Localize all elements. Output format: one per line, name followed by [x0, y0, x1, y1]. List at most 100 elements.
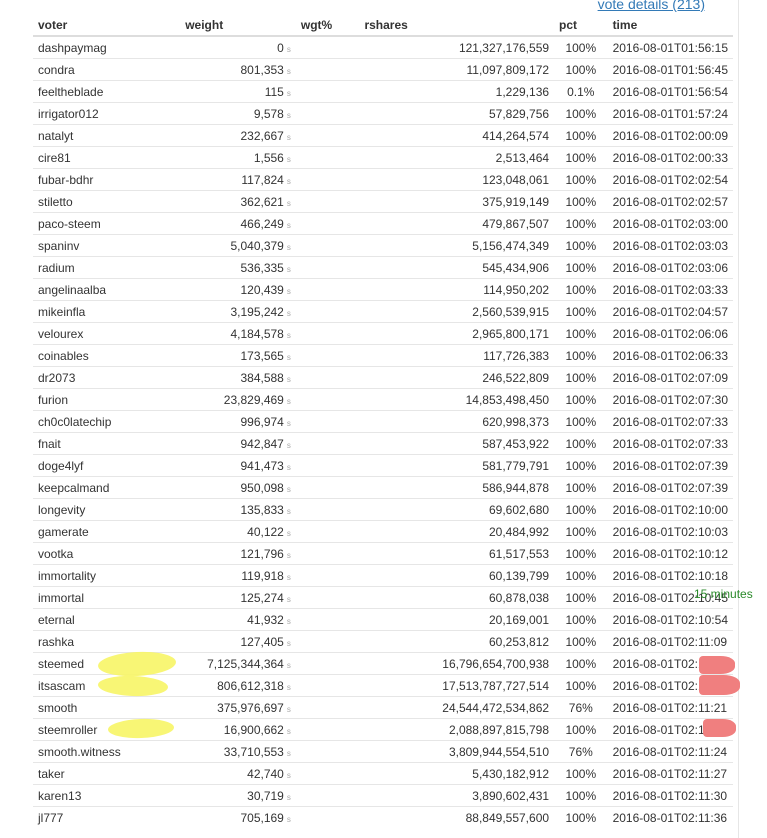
weight-value: 705,169 — [240, 810, 284, 825]
voter-cell[interactable]: feeltheblade — [33, 80, 181, 103]
voter-cell[interactable]: spaninv — [33, 234, 181, 257]
voter-cell[interactable]: keepcalmand — [33, 476, 181, 499]
voter-cell[interactable]: immortal — [33, 586, 181, 609]
voter-cell[interactable]: eternal — [33, 608, 181, 631]
col-header-wgt[interactable]: wgt% — [295, 14, 360, 37]
voter-cell[interactable]: paco-steem — [33, 212, 181, 235]
table-row: smooth 375,976,697 s 24,544,472,534,862 76% 2… — [33, 696, 733, 719]
weight-unit: s — [286, 440, 291, 450]
voter-cell[interactable]: dr2073 — [33, 366, 181, 389]
weight-value: 466,249 — [240, 216, 284, 231]
voter-cell[interactable]: stiletto — [33, 190, 181, 213]
pct-cell: 100% — [554, 476, 608, 499]
voter-cell[interactable]: angelinaalba — [33, 278, 181, 301]
time-cell: 2016-08-01T02:10:12 — [607, 542, 733, 565]
voter-cell[interactable]: coinables — [33, 344, 181, 367]
voter-cell[interactable]: karen13 — [33, 784, 181, 807]
voter-cell[interactable]: condra — [33, 58, 181, 81]
vote-details-link[interactable]: vote details (213) — [598, 0, 705, 12]
weight-value: 115 — [264, 84, 284, 99]
wgt-percent-cell — [295, 234, 360, 257]
table-row: furion 23,829,469 s 14,853,498,450 100% 2016-… — [33, 388, 733, 411]
pct-cell: 100% — [554, 498, 608, 521]
wgt-percent-cell — [295, 35, 360, 59]
pct-cell: 100% — [554, 718, 608, 741]
pct-cell: 100% — [554, 212, 608, 235]
voter-cell[interactable]: irrigator012 — [33, 102, 181, 125]
wgt-percent-cell — [295, 520, 360, 543]
weight-cell: 127,405 s — [180, 630, 296, 653]
col-header-weight[interactable]: weight — [180, 14, 296, 37]
rshares-cell: 88,849,557,600 — [359, 806, 555, 828]
voter-cell[interactable]: rashka — [33, 630, 181, 653]
weight-value: 23,829,469 — [223, 392, 284, 407]
voter-cell[interactable]: cire81 — [33, 146, 181, 169]
voter-cell[interactable]: jl777 — [33, 806, 181, 828]
voter-cell[interactable]: doge4lyf — [33, 454, 181, 477]
voter-cell[interactable]: immortality — [33, 564, 181, 587]
table-row: immortal 125,274 s 60,878,038 100% 2016-08-01… — [33, 586, 733, 609]
weight-unit: s — [286, 418, 291, 428]
voter-cell[interactable]: vootka — [33, 542, 181, 565]
voter-cell[interactable]: fnait — [33, 432, 181, 455]
voter-cell[interactable]: smooth — [33, 696, 181, 719]
table-row: taker 42,740 s 5,430,182,912 100% 2016-08-01T… — [33, 762, 733, 785]
voter-cell[interactable]: natalyt — [33, 124, 181, 147]
time-gap-note: 15 minutes — [694, 587, 753, 601]
col-header-pct[interactable]: pct — [554, 14, 608, 37]
rshares-cell: 16,796,654,700,938 — [359, 652, 555, 675]
table-row: karen13 30,719 s 3,890,602,431 100% 2016-08-0… — [33, 784, 733, 807]
pct-cell: 100% — [554, 35, 608, 59]
weight-value: 121,796 — [240, 546, 284, 561]
weight-value: 806,612,318 — [217, 678, 284, 693]
weight-value: 5,040,379 — [230, 238, 284, 253]
voter-cell[interactable]: taker — [33, 762, 181, 785]
voter-cell[interactable]: longevity — [33, 498, 181, 521]
voter-cell[interactable]: furion — [33, 388, 181, 411]
weight-cell: 30,719 s — [180, 784, 296, 807]
rshares-cell: 20,169,001 — [359, 608, 555, 631]
voter-cell[interactable]: itsascam — [33, 674, 181, 697]
time-cell: 2016-08-01T02:03:03 — [607, 234, 733, 257]
voter-cell[interactable]: gamerate — [33, 520, 181, 543]
rshares-cell: 60,253,812 — [359, 630, 555, 653]
weight-unit: s — [286, 286, 291, 296]
rshares-cell: 586,944,878 — [359, 476, 555, 499]
voter-cell[interactable]: steemroller — [33, 718, 181, 741]
table-header-row: voter weight wgt% rshares pct time — [33, 14, 733, 37]
voter-cell[interactable]: steemed — [33, 652, 181, 675]
voter-cell[interactable]: ch0c0latechip — [33, 410, 181, 433]
col-header-rshares[interactable]: rshares — [359, 14, 555, 37]
weight-cell: 3,195,242 s — [180, 300, 296, 323]
time-cell: 2016-08-01T02:06:33 — [607, 344, 733, 367]
weight-unit: s — [286, 704, 291, 714]
voter-cell[interactable]: radium — [33, 256, 181, 279]
weight-unit: s — [286, 264, 291, 274]
time-cell: 2016-08-01T02:10:00 — [607, 498, 733, 521]
weight-unit: s — [286, 594, 291, 604]
pct-cell: 100% — [554, 388, 608, 411]
time-cell: 2016-08-01T02:11:09 — [607, 630, 733, 653]
weight-value: 3,195,242 — [230, 304, 284, 319]
voter-cell[interactable]: mikeinfla — [33, 300, 181, 323]
pct-cell: 100% — [554, 564, 608, 587]
rshares-cell: 20,484,992 — [359, 520, 555, 543]
weight-value: 801,353 — [240, 62, 284, 77]
weight-unit: s — [286, 462, 291, 472]
voter-cell[interactable]: smooth.witness — [33, 740, 181, 763]
pct-cell: 76% — [554, 740, 608, 763]
time-cell: 2016-08-01T02:10:03 — [607, 520, 733, 543]
weight-unit: s — [286, 726, 291, 736]
col-header-voter[interactable]: voter — [33, 14, 181, 37]
time-cell: 2016-08-01T02:00:09 — [607, 124, 733, 147]
weight-unit: s — [286, 132, 291, 142]
wgt-percent-cell — [295, 366, 360, 389]
voter-cell[interactable]: dashpaymag — [33, 35, 181, 59]
col-header-time[interactable]: time — [607, 14, 733, 37]
weight-cell: 466,249 s — [180, 212, 296, 235]
wgt-percent-cell — [295, 278, 360, 301]
weight-unit: s — [286, 66, 291, 76]
voter-cell[interactable]: fubar-bdhr — [33, 168, 181, 191]
voter-cell[interactable]: velourex — [33, 322, 181, 345]
time-cell: 2016-08-01T02:06:06 — [607, 322, 733, 345]
